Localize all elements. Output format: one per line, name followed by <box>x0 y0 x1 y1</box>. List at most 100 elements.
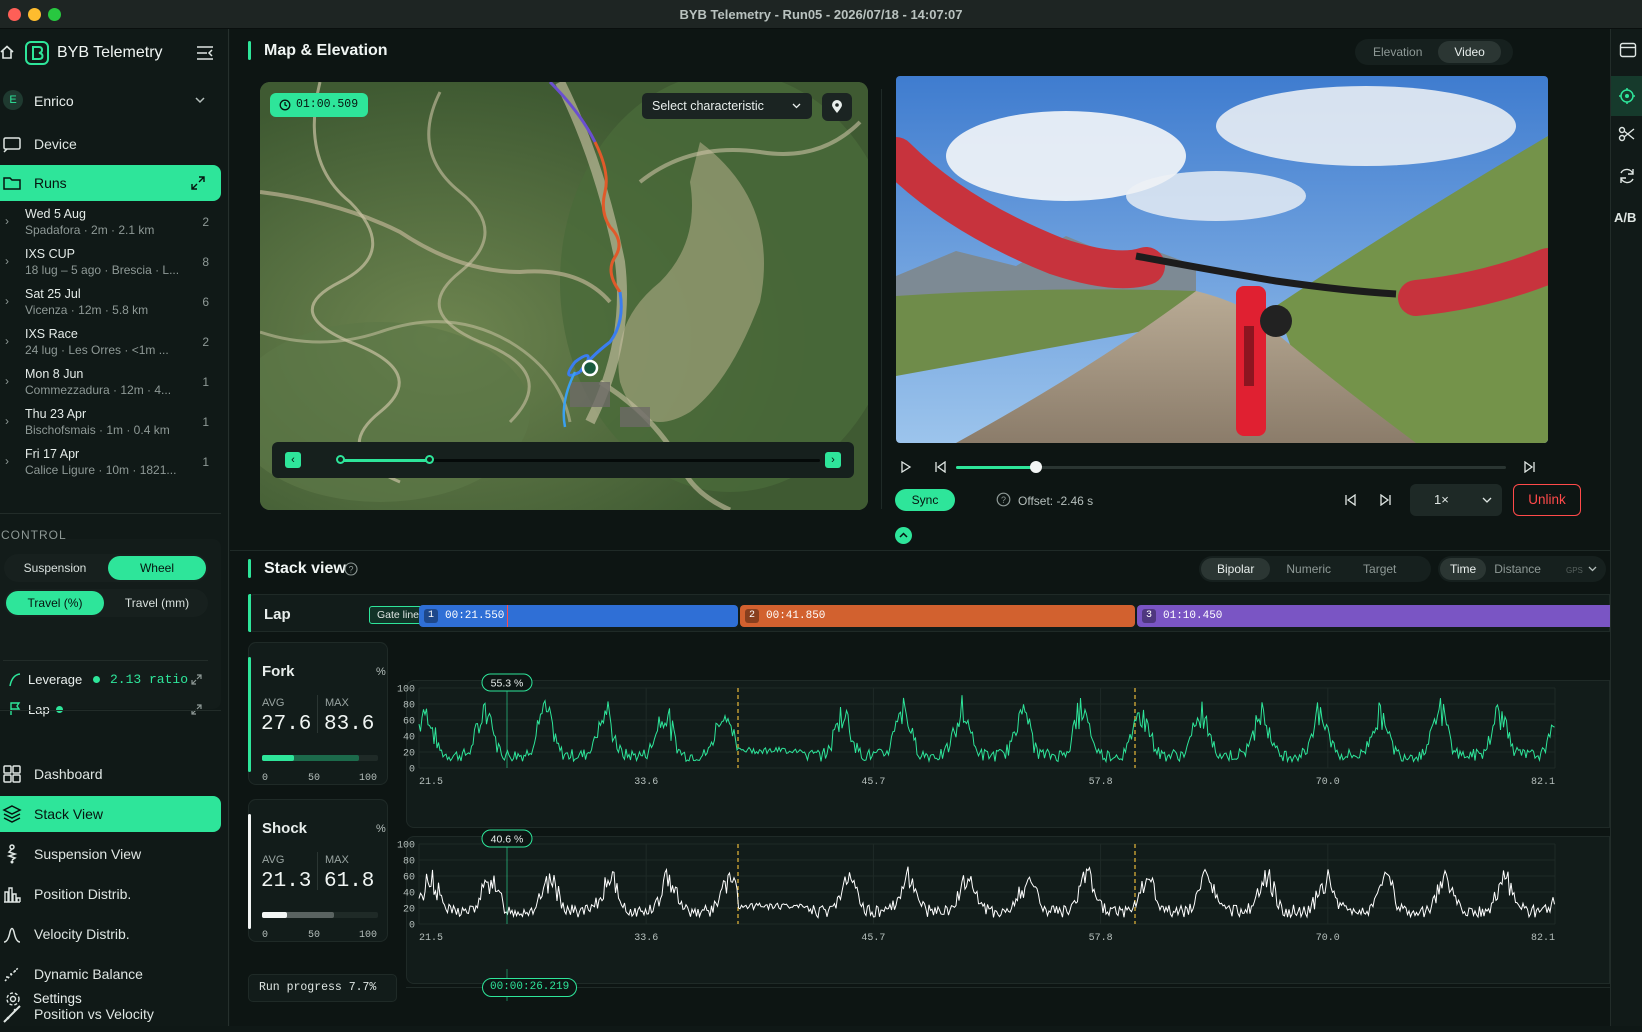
device-nav[interactable]: Device <box>0 126 221 162</box>
units-travel-mm[interactable]: Travel (mm) <box>108 591 206 615</box>
avatar: E <box>3 90 23 110</box>
nav-dynamic-balance[interactable]: Dynamic Balance <box>0 956 221 992</box>
fork-y-tick: 60 <box>403 717 415 728</box>
map-tool-active[interactable] <box>1611 76 1642 116</box>
units-travel-percent[interactable]: Travel (%) <box>6 591 104 615</box>
layers-icon <box>2 805 22 823</box>
runs-label: Runs <box>34 175 67 191</box>
nav-label: Suspension View <box>34 846 142 862</box>
ab-compare-icon[interactable]: A/B <box>1614 210 1636 225</box>
run-count: 8 <box>202 255 209 269</box>
chevron-down-icon[interactable] <box>195 97 205 104</box>
nav-velocity-distrib[interactable]: Velocity Distrib. <box>0 916 221 952</box>
run-subtitle: Bischofsmais · 1m · 0.4 km <box>25 423 170 437</box>
nav-dashboard[interactable]: Dashboard <box>0 756 221 792</box>
leverage-label: Leverage <box>28 672 83 687</box>
run-count: 1 <box>202 455 209 469</box>
gear-icon <box>6 992 20 1006</box>
mode-toggle[interactable]: Suspension Wheel <box>4 554 208 582</box>
shock-x-tick: 33.6 <box>634 933 658 944</box>
settings-nav[interactable]: Settings <box>2 989 222 1009</box>
fork-y-tick: 100 <box>397 685 415 696</box>
run-count: 6 <box>202 295 209 309</box>
device-icon <box>3 137 21 153</box>
chevron-right-icon[interactable]: › <box>5 374 9 388</box>
bell-curve-icon <box>3 927 21 943</box>
panel-icon[interactable] <box>1619 41 1637 59</box>
run-title: Thu 23 Apr <box>25 407 87 421</box>
nav-suspension-view[interactable]: Suspension View <box>0 836 221 872</box>
run-list-item[interactable]: › IXS CUP 18 lug – 5 ago · Brescia · L... 8 <box>0 244 221 284</box>
units-toggle[interactable]: Travel (%) Travel (mm) <box>4 589 208 617</box>
run-subtitle: 24 lug · Les Orres · <1m ... <box>25 343 169 357</box>
nav-label: Velocity Distrib. <box>34 926 130 942</box>
nav-stack-view[interactable]: Stack View <box>0 796 221 832</box>
fork-x-tick: 33.6 <box>634 777 658 788</box>
cursor-time-badge: 00:00:26.219 <box>482 978 578 997</box>
shock-cursor-value: 40.6 % <box>491 834 524 846</box>
expand-icon[interactable] <box>191 674 202 685</box>
fork-cursor-value: 55.3 % <box>491 678 524 690</box>
chevron-right-icon[interactable]: › <box>5 294 9 308</box>
fork-x-tick: 70.0 <box>1316 777 1340 788</box>
fork-y-tick: 80 <box>403 701 415 712</box>
run-title: IXS Race <box>25 327 78 341</box>
nav-position-distrib[interactable]: Position Distrib. <box>0 876 221 912</box>
folder-icon <box>3 177 21 190</box>
runs-nav[interactable]: Runs <box>0 165 221 201</box>
app-logo-icon <box>25 41 49 65</box>
dashboard-icon <box>3 765 21 783</box>
shock-y-tick: 60 <box>403 873 415 884</box>
nav-label: Position Distrib. <box>34 886 132 902</box>
fork-x-tick: 82.1 <box>1531 777 1555 788</box>
run-list-item[interactable]: › IXS Race 24 lug · Les Orres · <1m ... 2 <box>0 324 221 364</box>
right-toolbar: A/B <box>1610 29 1642 1026</box>
leverage-row[interactable]: Leverage 2.13 ratio <box>6 667 208 693</box>
mode-suspension[interactable]: Suspension <box>6 556 104 580</box>
fork-x-tick: 21.5 <box>419 777 443 788</box>
run-list-item[interactable]: › Thu 23 Apr Bischofsmais · 1m · 0.4 km 1 <box>0 404 221 444</box>
fork-y-tick: 0 <box>409 765 415 776</box>
chevron-right-icon[interactable]: › <box>5 214 9 228</box>
run-list-item[interactable]: › Wed 5 Aug Spadafora · 2m · 2.1 km 2 <box>0 204 221 244</box>
expand-icon[interactable] <box>191 176 205 190</box>
run-count: 2 <box>202 215 209 229</box>
shock-y-tick: 80 <box>403 857 415 868</box>
run-list-item[interactable]: › Mon 8 Jun Commezzadura · 12m · 4... 1 <box>0 364 221 404</box>
flag-icon <box>10 702 21 715</box>
balance-icon <box>4 966 20 982</box>
settings-label: Settings <box>33 991 82 1006</box>
run-title: Sat 25 Jul <box>25 287 81 301</box>
run-list-item[interactable]: › Sat 25 Jul Vicenza · 12m · 5.8 km 6 <box>0 284 221 324</box>
mode-wheel[interactable]: Wheel <box>108 556 206 580</box>
refresh-icon[interactable] <box>1618 167 1636 185</box>
fork-y-tick: 40 <box>403 733 415 744</box>
user-name[interactable]: Enrico <box>34 93 74 109</box>
shock-x-tick: 57.8 <box>1089 933 1113 944</box>
fork-x-tick: 45.7 <box>861 777 885 788</box>
histogram-icon <box>4 887 21 903</box>
app-name: BYB Telemetry <box>57 44 163 61</box>
run-title: Mon 8 Jun <box>25 367 84 381</box>
nav-label: Dashboard <box>34 766 103 782</box>
sidebar: BYB Telemetry E Enrico Device Runs › Wed … <box>0 29 229 1026</box>
control-heading: CONTROL <box>1 528 67 542</box>
telemetry-charts[interactable]: 100 80 60 40 20 0 21.5 33.6 45.7 57.8 70.0 82.1 55.3… <box>230 29 1610 1026</box>
shock-y-tick: 100 <box>397 841 415 852</box>
run-subtitle: Vicenza · 12m · 5.8 km <box>25 303 149 317</box>
main-area: Map & Elevation Elevation Video 01:00.50… <box>230 29 1627 1026</box>
scissors-icon[interactable] <box>1618 125 1636 143</box>
home-icon[interactable] <box>0 45 14 59</box>
run-title: IXS CUP <box>25 247 76 261</box>
chevron-right-icon[interactable]: › <box>5 254 9 268</box>
nav-label: Stack View <box>34 806 103 822</box>
run-list-item[interactable]: › Fri 17 Apr Calice Ligure · 10m · 1821...… <box>0 444 221 484</box>
run-count: 2 <box>202 335 209 349</box>
run-subtitle: 18 lug – 5 ago · Brescia · L... <box>25 263 180 277</box>
collapse-sidebar-icon[interactable] <box>196 46 214 60</box>
chevron-right-icon[interactable]: › <box>5 334 9 348</box>
shock-y-tick: 0 <box>409 921 415 932</box>
chevron-right-icon[interactable]: › <box>5 414 9 428</box>
window-title: BYB Telemetry - Run05 - 2026/07/18 - 14:… <box>679 7 963 22</box>
chevron-right-icon[interactable]: › <box>5 454 9 468</box>
